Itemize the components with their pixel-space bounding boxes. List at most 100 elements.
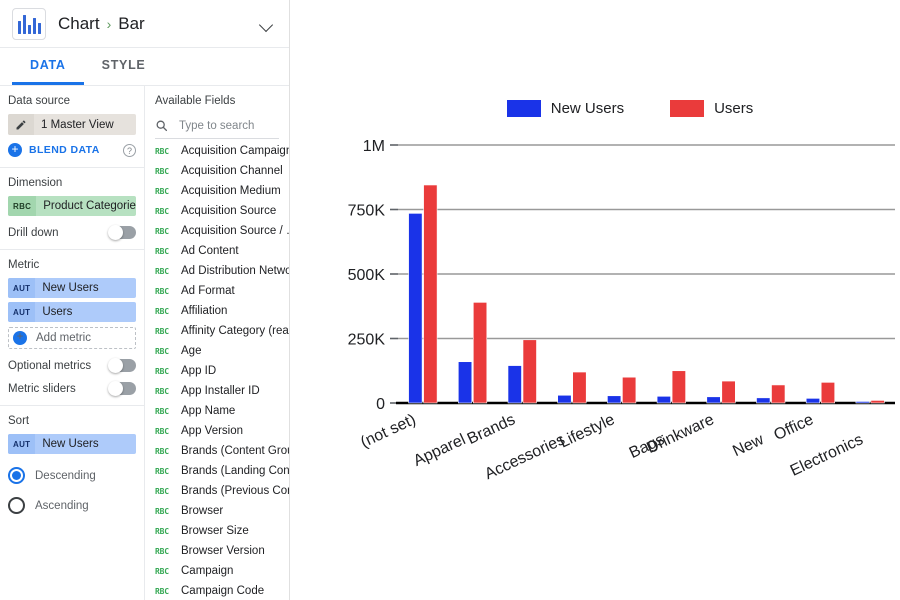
field-item[interactable]: RBC App Version bbox=[145, 421, 289, 441]
field-item[interactable]: RBC Ad Content bbox=[145, 241, 289, 261]
bar-users[interactable] bbox=[721, 380, 736, 404]
data-source-chip[interactable]: 1 Master View bbox=[8, 114, 136, 135]
tab-style[interactable]: STYLE bbox=[84, 48, 164, 85]
optional-metrics-label: Optional metrics bbox=[8, 359, 92, 372]
field-search[interactable] bbox=[155, 113, 279, 139]
legend-item-new-users[interactable]: New Users bbox=[506, 99, 624, 117]
sort-ascending-option[interactable]: Ascending bbox=[8, 497, 136, 514]
legend-swatch bbox=[506, 99, 541, 117]
metric-chip-users[interactable]: AUT Users bbox=[8, 302, 136, 322]
bar-new-users[interactable] bbox=[507, 365, 522, 404]
field-item[interactable]: RBC Acquisition Source bbox=[145, 201, 289, 221]
field-label: Acquisition Source / … bbox=[181, 225, 289, 237]
field-item[interactable]: RBC Brands (Landing Cont… bbox=[145, 461, 289, 481]
pencil-icon[interactable] bbox=[8, 114, 34, 135]
field-label: App Installer ID bbox=[181, 385, 260, 397]
breadcrumb-separator: › bbox=[106, 15, 112, 32]
bar-new-users[interactable] bbox=[557, 394, 572, 404]
text-type-icon: RBC bbox=[155, 566, 169, 576]
field-item[interactable]: RBC Acquisition Campaign bbox=[145, 141, 289, 161]
bar-new-users[interactable] bbox=[408, 213, 423, 404]
metric-label: New Users bbox=[42, 282, 99, 294]
metric-sliders-row: Metric sliders bbox=[8, 381, 136, 396]
bar-users[interactable] bbox=[622, 376, 637, 404]
field-item[interactable]: RBC Brands (Content Group) bbox=[145, 441, 289, 461]
metric-type-badge: AUT bbox=[8, 278, 36, 298]
x-axis-category-label: Accessories bbox=[482, 431, 567, 483]
field-item[interactable]: RBC App Name bbox=[145, 401, 289, 421]
text-type-icon: RBC bbox=[155, 526, 169, 536]
y-axis-tick-label: 500K bbox=[348, 267, 386, 284]
field-item[interactable]: RBC Affinity Category (reac… bbox=[145, 321, 289, 341]
field-item[interactable]: RBC Acquisition Channel bbox=[145, 161, 289, 181]
sort-descending-option[interactable]: Descending bbox=[8, 467, 136, 484]
field-item[interactable]: RBC Browser Version bbox=[145, 541, 289, 561]
field-item[interactable]: RBC App ID bbox=[145, 361, 289, 381]
bar-new-users[interactable] bbox=[805, 398, 821, 404]
field-item[interactable]: RBC Brands (Previous Con… bbox=[145, 481, 289, 501]
radio-selected-icon[interactable] bbox=[8, 467, 25, 484]
legend-item-users[interactable]: Users bbox=[670, 99, 753, 117]
x-axis-category-label: Lifestyle bbox=[557, 411, 617, 451]
field-item[interactable]: RBC Browser bbox=[145, 501, 289, 521]
dimension-chip[interactable]: RBC Product Categorie… bbox=[8, 196, 136, 216]
field-item[interactable]: RBC Browser Size bbox=[145, 521, 289, 541]
field-item[interactable]: RBC Ad Format bbox=[145, 281, 289, 301]
sort-chip[interactable]: AUT New Users bbox=[8, 434, 136, 454]
y-axis-tick-label: 0 bbox=[376, 396, 385, 413]
question-mark-icon[interactable]: ? bbox=[123, 143, 136, 157]
bar-new-users[interactable] bbox=[756, 397, 771, 404]
x-axis-category-label: New bbox=[730, 431, 767, 460]
field-item[interactable]: RBC Acquisition Medium bbox=[145, 181, 289, 201]
data-source-title: Data source bbox=[8, 95, 71, 107]
bar-users[interactable] bbox=[522, 339, 537, 404]
plot-area: 0 250K 500K 750K 1M (not set) Apparel Brands Acc… bbox=[335, 135, 900, 483]
field-item[interactable]: RBC Affiliation bbox=[145, 301, 289, 321]
search-input[interactable] bbox=[177, 118, 279, 133]
breadcrumb: Chart › Bar bbox=[58, 14, 255, 34]
text-type-icon: RBC bbox=[155, 586, 169, 596]
bar-users[interactable] bbox=[572, 371, 587, 404]
radio-unselected-icon[interactable] bbox=[8, 497, 25, 514]
field-label: Brands (Landing Cont… bbox=[181, 465, 289, 477]
bar-new-users[interactable] bbox=[855, 401, 870, 404]
bar-chart-icon[interactable] bbox=[12, 7, 46, 40]
bar-new-users[interactable] bbox=[458, 361, 473, 404]
breadcrumb-current[interactable]: Bar bbox=[118, 14, 144, 34]
field-item[interactable]: RBC Age bbox=[145, 341, 289, 361]
bar-new-users[interactable] bbox=[607, 395, 622, 404]
metric-chip-new-users[interactable]: AUT New Users bbox=[8, 278, 136, 298]
field-item[interactable]: RBC App Installer ID bbox=[145, 381, 289, 401]
tab-data[interactable]: DATA bbox=[12, 48, 84, 85]
text-type-icon: RBC bbox=[155, 506, 169, 516]
add-metric-button[interactable]: + Add metric bbox=[8, 327, 136, 349]
field-item[interactable]: RBC Campaign Code bbox=[145, 581, 289, 600]
blend-data-label: BLEND DATA bbox=[29, 144, 100, 156]
y-axis-tick-label: 1M bbox=[363, 138, 385, 155]
bar-users[interactable] bbox=[671, 370, 686, 404]
text-type-icon: RBC bbox=[155, 346, 169, 356]
bar-users[interactable] bbox=[473, 302, 488, 404]
drill-down-toggle[interactable] bbox=[108, 225, 136, 240]
field-label: Ad Content bbox=[181, 245, 239, 257]
bar-users[interactable] bbox=[423, 184, 438, 404]
settings-column: Data source 1 Master View + BLEND DATA ? bbox=[0, 86, 145, 600]
bar-users[interactable] bbox=[820, 382, 836, 404]
optional-metrics-toggle[interactable] bbox=[108, 358, 136, 373]
breadcrumb-root[interactable]: Chart bbox=[58, 14, 100, 34]
panel-body: Data source 1 Master View + BLEND DATA ? bbox=[0, 86, 289, 600]
bar-new-users[interactable] bbox=[656, 395, 671, 404]
text-type-icon: RBC bbox=[155, 206, 169, 216]
chevron-down-icon[interactable] bbox=[255, 12, 279, 36]
drill-down-label: Drill down bbox=[8, 226, 59, 239]
blend-data-button[interactable]: + BLEND DATA ? bbox=[8, 143, 136, 157]
field-label: Acquisition Medium bbox=[181, 185, 281, 197]
bar-users[interactable] bbox=[771, 384, 786, 404]
bar-users[interactable] bbox=[870, 400, 885, 404]
field-item[interactable]: RBC Ad Distribution Netwo… bbox=[145, 261, 289, 281]
metric-sliders-toggle[interactable] bbox=[108, 381, 136, 396]
text-type-icon: RBC bbox=[155, 446, 169, 456]
bar-new-users[interactable] bbox=[706, 396, 721, 404]
field-item[interactable]: RBC Acquisition Source / … bbox=[145, 221, 289, 241]
field-item[interactable]: RBC Campaign bbox=[145, 561, 289, 581]
